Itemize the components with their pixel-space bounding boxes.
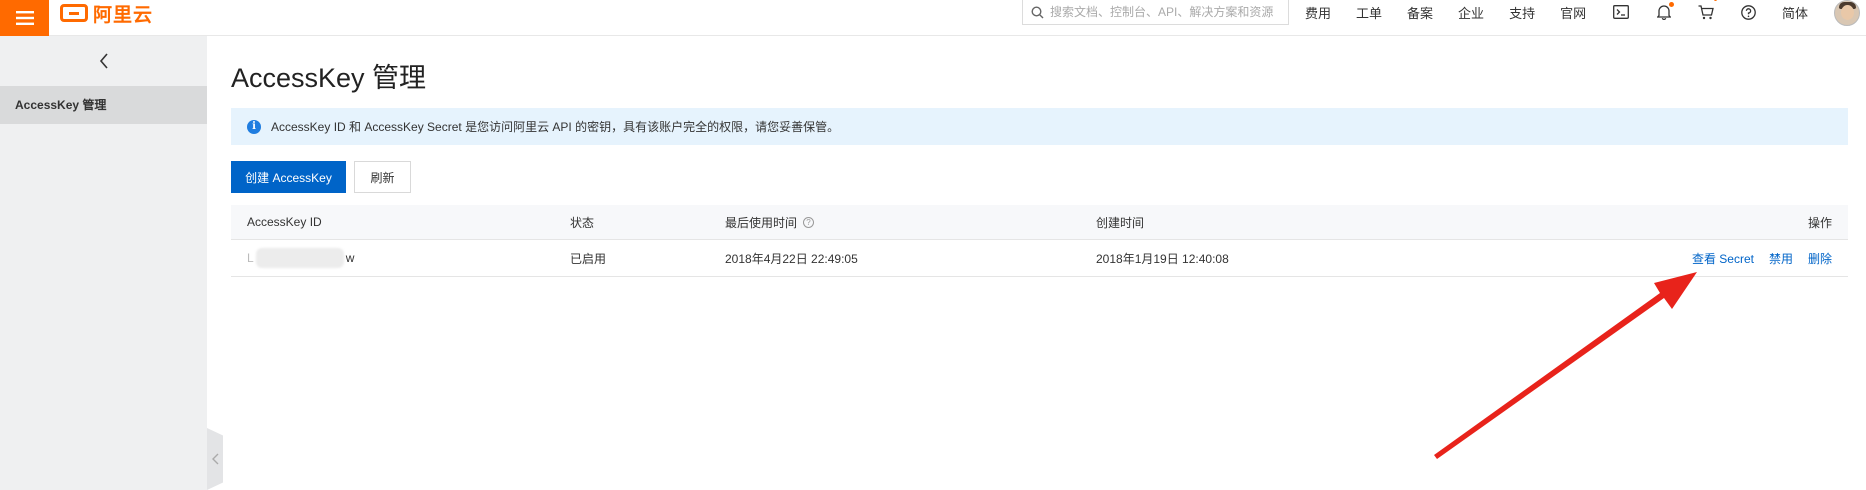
top-nav-links: 费用 工单 备案 企业 支持 官网 [1305, 0, 1611, 24]
header-created: 创建时间 [1096, 215, 1145, 230]
table-row: L w 已启用 2018年4月22日 22:49:05 2018年1月19日 1… [231, 240, 1848, 277]
top-navbar: 阿里云 费用 工单 备案 企业 支持 官网 [0, 0, 1866, 36]
nav-icp[interactable]: 备案 [1407, 3, 1433, 22]
create-accesskey-button[interactable]: 创建 AccessKey [231, 161, 346, 193]
menu-icon[interactable] [0, 0, 49, 36]
notice-text: AccessKey ID 和 AccessKey Secret 是您访问阿里云 … [271, 120, 840, 134]
masked-region [255, 248, 344, 268]
search-input[interactable] [1050, 5, 1280, 19]
header-accesskey-id: AccessKey ID [247, 215, 322, 229]
terminal-icon[interactable] [1612, 4, 1630, 20]
last-used-time: 2018年4月22日 22:49:05 [725, 251, 858, 266]
bell-icon[interactable] [1655, 2, 1674, 20]
main-content: AccessKey 管理 i AccessKey ID 和 AccessKey … [231, 36, 1848, 490]
global-search[interactable] [1022, 0, 1289, 25]
cart-icon[interactable] [1697, 0, 1717, 20]
question-circle-icon[interactable]: ? [803, 216, 815, 228]
help-icon[interactable] [1739, 4, 1757, 20]
status-text: 已启用 [570, 251, 607, 266]
accesskey-table: AccessKey ID 状态 最后使用时间 ? 创建时间 操作 L w 已启用… [231, 205, 1848, 277]
sidebar-toggle-handle[interactable] [207, 428, 223, 490]
sidebar-item-accesskey[interactable]: AccessKey 管理 [0, 86, 207, 124]
created-time: 2018年1月19日 12:40:08 [1096, 251, 1229, 266]
view-secret-link[interactable]: 查看 Secret [1692, 250, 1754, 267]
refresh-button[interactable]: 刷新 [354, 161, 411, 193]
sidebar: AccessKey 管理 [0, 36, 207, 490]
delete-link[interactable]: 删除 [1808, 250, 1832, 267]
accesskey-id-suffix: w [345, 251, 355, 265]
nav-enterprise[interactable]: 企业 [1458, 3, 1484, 22]
nav-support[interactable]: 支持 [1509, 3, 1535, 22]
header-actions: 操作 [1807, 215, 1832, 230]
cart-dot [1714, 0, 1717, 1]
nav-tickets[interactable]: 工单 [1356, 3, 1382, 22]
search-icon [1031, 5, 1044, 18]
disable-link[interactable]: 禁用 [1769, 250, 1793, 267]
chevron-left-icon [211, 453, 218, 465]
notification-dot [1669, 2, 1674, 7]
language-switch[interactable]: 简体 [1782, 3, 1808, 22]
info-notice: i AccessKey ID 和 AccessKey Secret 是您访问阿里… [231, 108, 1848, 145]
header-last-used-label: 最后使用时间 [725, 215, 798, 230]
row-actions: 查看 Secret 禁用 删除 [1692, 240, 1832, 276]
info-icon: i [247, 119, 261, 134]
accesskey-id: L w [247, 240, 354, 276]
accesskey-id-prefix: L [247, 251, 254, 265]
nav-official-site[interactable]: 官网 [1560, 3, 1586, 22]
header-last-used: 最后使用时间 ? [725, 205, 815, 239]
aliyun-logo[interactable]: 阿里云 [60, 0, 160, 26]
aliyun-logo-icon [60, 4, 88, 22]
nav-billing[interactable]: 费用 [1305, 3, 1331, 22]
header-status: 状态 [570, 215, 595, 230]
user-avatar[interactable] [1834, 0, 1860, 26]
chevron-left-icon[interactable] [92, 49, 116, 73]
sidebar-item-label: AccessKey 管理 [15, 98, 107, 112]
brand-name: 阿里云 [93, 4, 154, 26]
table-header: AccessKey ID 状态 最后使用时间 ? 创建时间 操作 [231, 205, 1848, 240]
page-title: AccessKey 管理 [231, 63, 427, 93]
